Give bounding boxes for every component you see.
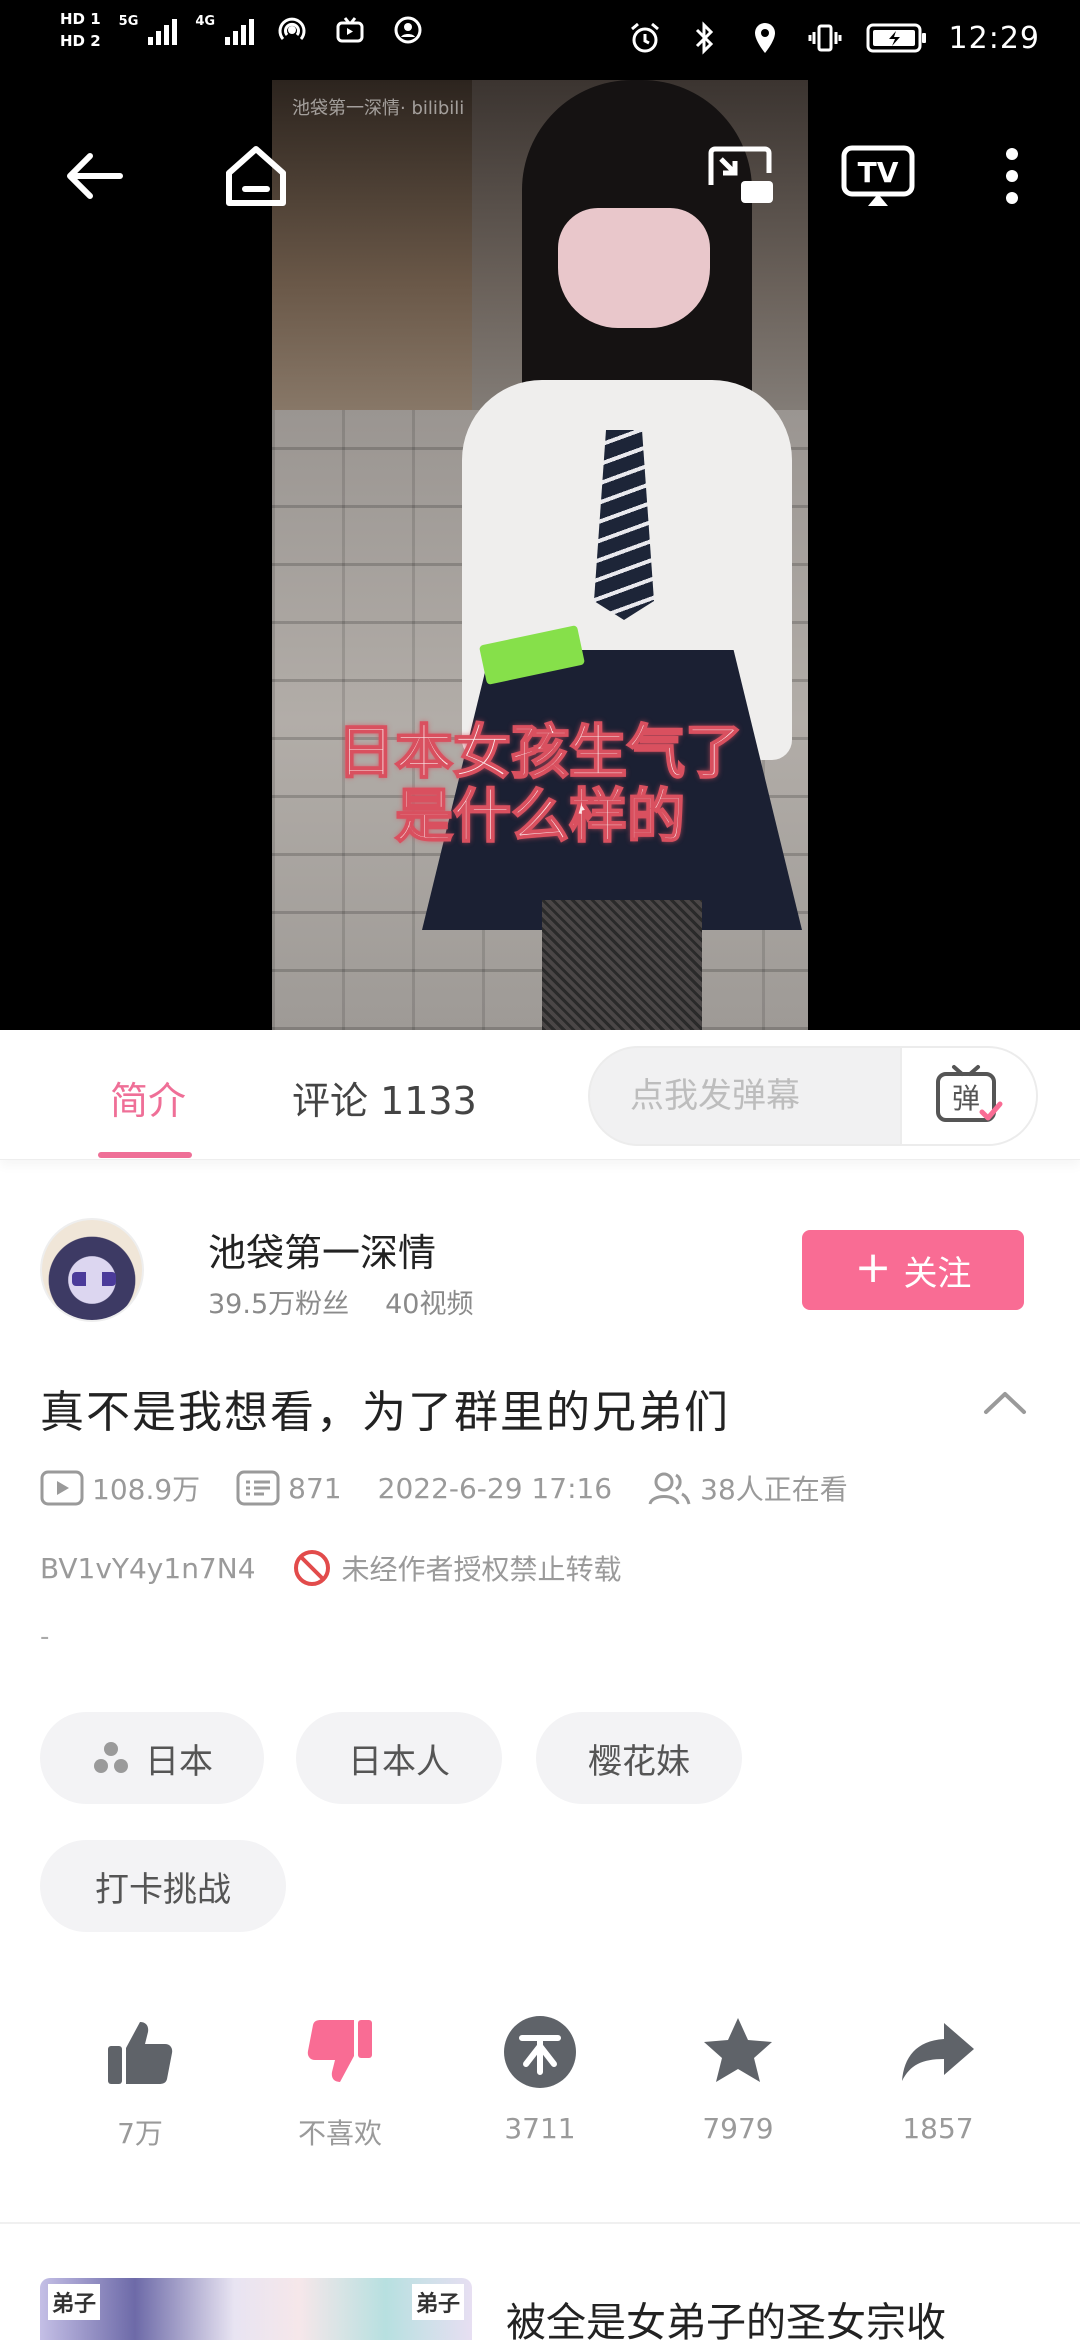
- tv-cast-icon: TV: [841, 145, 915, 206]
- favorite-count: 7979: [702, 2112, 774, 2145]
- forbidden-icon: [293, 1550, 330, 1586]
- tag-item[interactable]: 打卡挑战: [40, 1840, 286, 1932]
- thumbs-down-icon: [300, 2012, 380, 2092]
- danmaku-icon: 弹: [936, 1065, 1003, 1122]
- danmaku-toggle-button[interactable]: 弹: [900, 1048, 1036, 1144]
- back-arrow-icon: [67, 153, 123, 199]
- thumbnail-badge-right: 弟子: [411, 2284, 464, 2320]
- clock: 12:29: [948, 20, 1040, 56]
- uploader-fans: 39.5万粉丝: [208, 1289, 350, 1320]
- view-count: 108.9万: [40, 1468, 200, 1508]
- svg-text:弹: 弹: [952, 1082, 980, 1115]
- chevron-up-icon: [984, 1392, 1026, 1414]
- svg-text:TV: TV: [858, 156, 899, 189]
- video-frame[interactable]: 池袋第一深情· bilibili 日本女孩生气了 是什么样的: [272, 80, 808, 1030]
- more-options-button[interactable]: [972, 136, 1052, 216]
- video-stats: 108.9万 871 2022-6-29 17:16 38人正在看: [40, 1468, 884, 1508]
- follow-button[interactable]: + 关注: [802, 1230, 1024, 1310]
- section-divider: [0, 2222, 1080, 2224]
- recommended-video-title[interactable]: 被全是女弟子的圣女宗收: [506, 2290, 1066, 2340]
- thumbs-up-icon: [100, 2012, 180, 2092]
- play-count-icon: [40, 1470, 84, 1506]
- sim2-label: HD 2: [60, 32, 101, 50]
- bilibili-tv-icon: [330, 10, 370, 50]
- danmaku-count: 871: [236, 1470, 342, 1506]
- uploader-avatar[interactable]: [40, 1218, 144, 1322]
- picture-in-picture-button[interactable]: [700, 136, 780, 216]
- sim-indicators: HD 1 HD 2: [60, 10, 101, 50]
- dislike-label: 不喜欢: [297, 2117, 382, 2150]
- thumbnail-badge-left: 弟子: [48, 2284, 101, 2320]
- watching-now: 38人正在看: [648, 1468, 848, 1508]
- uploader-video-count: 40视频: [385, 1289, 474, 1320]
- battery-icon: [865, 18, 929, 58]
- viewers-icon: [648, 1472, 691, 1505]
- location-icon: [745, 18, 785, 58]
- follow-label: 关注: [903, 1253, 972, 1294]
- danmaku-input[interactable]: [590, 1048, 904, 1144]
- tag-item[interactable]: 日本人: [296, 1712, 502, 1804]
- hotspot-icon: [272, 10, 312, 50]
- bvid[interactable]: BV1vY4y1n7N4: [40, 1552, 256, 1585]
- coin-count: 3711: [504, 2112, 576, 2145]
- favorite-button[interactable]: 7979: [668, 2012, 808, 2145]
- collapse-description-button[interactable]: [980, 1382, 1030, 1422]
- home-button[interactable]: [216, 136, 296, 216]
- video-caption-line1: 日本女孩生气了: [336, 718, 744, 786]
- video-description: -: [40, 1622, 50, 1652]
- like-count: 7万: [117, 2117, 163, 2150]
- active-tab-indicator: [98, 1152, 192, 1158]
- back-button[interactable]: [54, 136, 134, 216]
- danmaku-list-icon: [236, 1470, 280, 1506]
- video-player[interactable]: 池袋第一深情· bilibili 日本女孩生气了 是什么样的 TV: [0, 80, 1080, 1030]
- home-icon: [226, 146, 286, 206]
- network-5g-label: 5G: [118, 14, 139, 29]
- danmaku-composer: 弹: [588, 1046, 1038, 1146]
- video-caption-line2: 是什么样的: [394, 782, 686, 850]
- tag-channel[interactable]: 日本: [40, 1712, 264, 1804]
- like-button[interactable]: 7万: [70, 2012, 210, 2152]
- coin-icon: [500, 2012, 580, 2092]
- no-reprint-notice: 未经作者授权禁止转载: [292, 1548, 622, 1588]
- status-right: 12:29: [625, 18, 1040, 58]
- channel-dots-icon: [94, 1742, 128, 1773]
- status-left: HD 1 HD 2 5G 4G: [60, 10, 428, 50]
- bluetooth-icon: [685, 18, 725, 58]
- video-watermark: 池袋第一深情· bilibili: [292, 98, 465, 119]
- bvid-row: BV1vY4y1n7N4 未经作者授权禁止转载: [40, 1548, 622, 1588]
- shield-icon: [388, 10, 428, 50]
- signal-bars-icon: [225, 15, 255, 45]
- video-title: 真不是我想看，为了群里的兄弟们: [40, 1387, 730, 1438]
- pip-icon: [708, 146, 773, 203]
- uploader-name[interactable]: 池袋第一深情: [208, 1222, 436, 1277]
- status-bar: HD 1 HD 2 5G 4G 12:29: [0, 0, 1080, 80]
- publish-datetime: 2022-6-29 17:16: [377, 1471, 613, 1505]
- share-button[interactable]: 1857: [868, 2012, 1008, 2145]
- alarm-icon: [625, 18, 665, 58]
- plus-icon: +: [854, 1242, 892, 1293]
- star-icon: [698, 2012, 778, 2092]
- network-4g-label: 4G: [195, 14, 216, 29]
- tag-item[interactable]: 樱花妹: [536, 1712, 742, 1804]
- detail-tabs-bar: 简介 评论 1133 弹: [0, 1030, 1080, 1160]
- cast-tv-button[interactable]: TV: [838, 136, 918, 216]
- more-vertical-icon: [1006, 148, 1018, 204]
- tab-intro[interactable]: 简介: [110, 1070, 186, 1125]
- vibrate-icon: [805, 18, 845, 58]
- share-arrow-icon: [898, 2012, 978, 2092]
- coin-button[interactable]: 3711: [470, 2012, 610, 2145]
- recommended-video-thumbnail[interactable]: 弟子 弟子: [40, 2278, 472, 2340]
- signal-bars-icon: [148, 15, 178, 45]
- share-count: 1857: [902, 2112, 974, 2145]
- tab-comments[interactable]: 评论 1133: [292, 1070, 477, 1125]
- uploader-meta: 39.5万粉丝 40视频: [208, 1282, 473, 1321]
- sim1-label: HD 1: [60, 10, 101, 28]
- dislike-button[interactable]: 不喜欢: [270, 2012, 410, 2152]
